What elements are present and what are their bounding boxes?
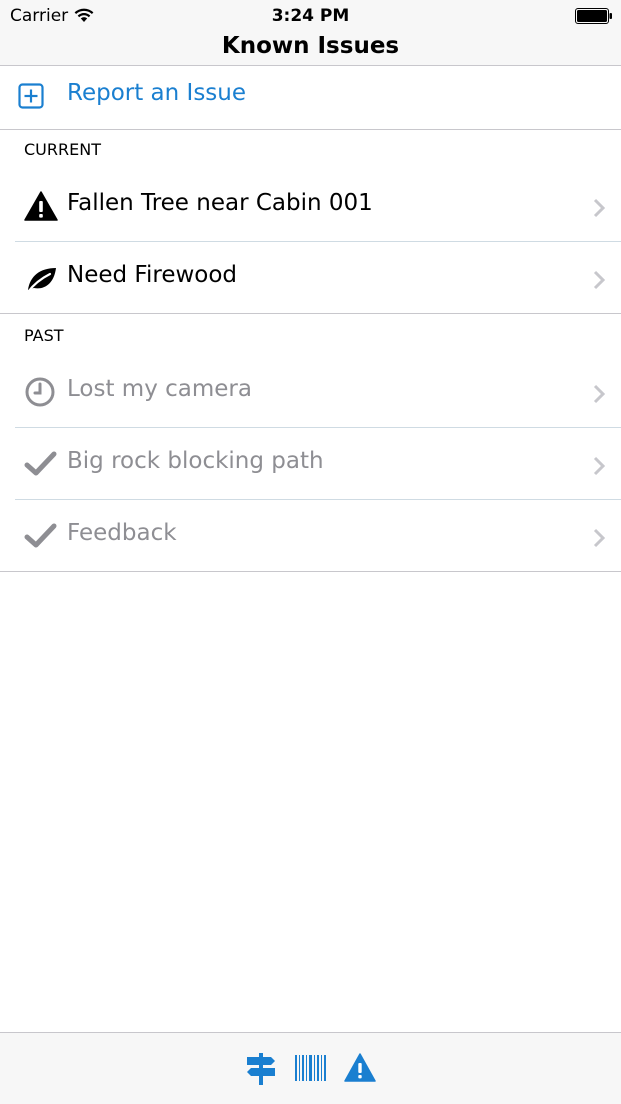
issue-label: Feedback — [67, 520, 177, 546]
chevron-right-icon — [593, 270, 606, 294]
top-bar: Carrier 3:24 PM Known Issues — [0, 0, 621, 66]
chevron-right-icon — [593, 384, 606, 408]
issue-label: Big rock blocking path — [67, 448, 324, 474]
report-issue-label: Report an Issue — [67, 80, 247, 106]
chevron-right-icon — [593, 198, 606, 222]
list-item[interactable]: Feedback — [0, 500, 621, 572]
list-item[interactable]: Big rock blocking path — [0, 428, 621, 500]
clock-icon — [24, 376, 58, 410]
page-title: Known Issues — [221, 33, 400, 59]
row-divider — [0, 313, 621, 314]
checkmark-icon — [24, 520, 58, 554]
warning-icon[interactable] — [344, 1053, 376, 1087]
plus-square-icon — [18, 83, 44, 113]
row-divider — [0, 571, 621, 572]
leaf-icon — [24, 262, 58, 296]
list-item[interactable]: Need Firewood — [0, 242, 621, 314]
battery-icon — [575, 8, 613, 28]
issue-label: Need Firewood — [67, 262, 238, 288]
chevron-right-icon — [593, 528, 606, 552]
report-issue-button[interactable]: Report an Issue — [0, 66, 621, 130]
warning-icon — [24, 190, 58, 224]
barcode-icon[interactable] — [295, 1055, 327, 1085]
signpost-icon[interactable] — [246, 1053, 276, 1089]
chevron-right-icon — [593, 456, 606, 480]
checkmark-icon — [24, 448, 58, 482]
tab-bar — [0, 1032, 621, 1104]
section-header-current: CURRENT — [24, 140, 101, 159]
clock-time: 3:24 PM — [271, 6, 350, 26]
section-header-past: PAST — [24, 326, 64, 345]
issue-label: Lost my camera — [67, 376, 252, 402]
list-item[interactable]: Fallen Tree near Cabin 001 — [0, 170, 621, 242]
list-item[interactable]: Lost my camera — [0, 356, 621, 428]
issue-label: Fallen Tree near Cabin 001 — [67, 190, 373, 216]
